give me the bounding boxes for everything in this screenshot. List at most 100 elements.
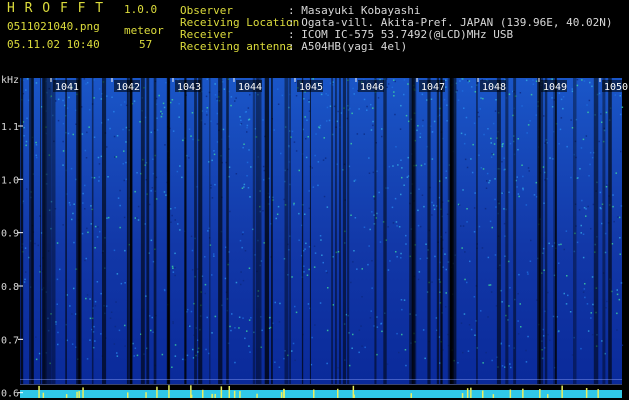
noise-speckle <box>457 362 459 364</box>
noise-speckle <box>214 183 216 186</box>
noise-speckle <box>317 161 320 163</box>
noise-speckle <box>229 210 231 213</box>
noise-speckle <box>106 217 108 219</box>
noise-speckle <box>612 205 614 208</box>
noise-speckle <box>170 221 172 223</box>
power-spike <box>38 385 40 398</box>
noise-speckle <box>484 207 487 210</box>
noise-speckle <box>421 125 424 127</box>
noise-speckle <box>113 343 116 345</box>
noise-speckle <box>122 163 124 165</box>
noise-speckle <box>501 145 504 148</box>
noise-speckle <box>360 325 362 327</box>
noise-speckle <box>25 144 27 147</box>
noise-speckle <box>467 350 470 352</box>
noise-speckle <box>508 345 510 347</box>
dark-stripe <box>555 78 557 384</box>
noise-speckle <box>431 158 434 160</box>
noise-speckle <box>134 190 136 193</box>
dark-stripe <box>309 78 311 384</box>
noise-speckle <box>526 271 529 273</box>
noise-speckle <box>479 108 481 110</box>
noise-speckle <box>605 185 608 188</box>
noise-speckle <box>317 184 319 187</box>
noise-speckle <box>205 110 208 113</box>
noise-speckle <box>94 247 96 249</box>
noise-speckle <box>461 247 463 249</box>
power-spike <box>214 393 216 398</box>
noise-speckle <box>119 189 121 192</box>
noise-speckle <box>205 348 207 351</box>
noise-speckle <box>228 166 231 168</box>
dark-stripe <box>289 78 291 384</box>
noise-speckle <box>314 324 316 326</box>
noise-speckle <box>420 164 423 167</box>
noise-speckle <box>517 293 519 295</box>
noise-speckle <box>361 345 363 347</box>
noise-speckle <box>463 142 466 145</box>
noise-speckle <box>279 302 281 305</box>
noise-speckle <box>86 131 88 134</box>
noise-speckle <box>417 209 419 212</box>
noise-speckle <box>501 161 503 163</box>
noise-speckle <box>560 98 563 101</box>
noise-speckle <box>88 108 91 111</box>
power-spike <box>313 389 315 398</box>
noise-speckle <box>67 132 70 135</box>
noise-speckle <box>419 136 421 138</box>
noise-speckle <box>262 210 264 212</box>
noise-speckle <box>370 103 372 106</box>
power-spike <box>466 388 469 398</box>
noise-speckle <box>156 129 159 131</box>
noise-speckle <box>229 325 231 328</box>
noise-speckle <box>516 186 518 188</box>
power-spike <box>233 390 236 398</box>
noise-speckle <box>98 180 100 182</box>
noise-speckle <box>171 265 174 268</box>
noise-speckle <box>422 119 424 122</box>
noise-speckle <box>291 350 293 352</box>
noise-speckle <box>486 180 488 182</box>
x-tick-label: 1044 <box>238 82 262 93</box>
noise-speckle <box>381 135 383 138</box>
noise-speckle <box>478 225 481 228</box>
noise-speckle <box>66 107 69 109</box>
noise-speckle <box>311 167 313 169</box>
dark-stripe <box>184 78 187 384</box>
noise-speckle <box>34 242 36 245</box>
noise-speckle <box>393 91 395 93</box>
dark-stripe <box>32 78 34 384</box>
noise-speckle <box>319 124 322 127</box>
noise-speckle <box>530 239 532 242</box>
noise-speckle <box>518 273 520 276</box>
noise-speckle <box>122 128 124 131</box>
noise-speckle <box>117 197 120 199</box>
noise-speckle <box>174 355 177 357</box>
noise-speckle <box>83 78 86 80</box>
noise-speckle <box>466 208 468 210</box>
noise-speckle <box>485 351 487 354</box>
noise-speckle <box>615 172 617 174</box>
noise-speckle <box>246 124 249 127</box>
noise-speckle <box>57 331 59 334</box>
noise-speckle <box>191 269 194 271</box>
noise-speckle <box>224 277 227 280</box>
noise-speckle <box>119 204 121 207</box>
noise-speckle <box>298 169 300 172</box>
noise-speckle <box>617 216 619 218</box>
noise-speckle <box>393 95 395 97</box>
noise-speckle <box>368 157 370 159</box>
dark-stripe <box>252 78 256 384</box>
noise-speckle <box>527 167 530 169</box>
noise-speckle <box>418 271 421 273</box>
noise-speckle <box>424 357 426 360</box>
noise-speckle <box>280 152 282 155</box>
noise-speckle <box>269 316 271 319</box>
noise-speckle <box>303 98 305 100</box>
noise-speckle <box>308 101 310 103</box>
dark-stripe <box>347 78 350 384</box>
power-spike <box>145 392 147 398</box>
noise-speckle <box>340 112 343 114</box>
noise-speckle <box>620 205 623 207</box>
noise-speckle <box>487 128 489 130</box>
